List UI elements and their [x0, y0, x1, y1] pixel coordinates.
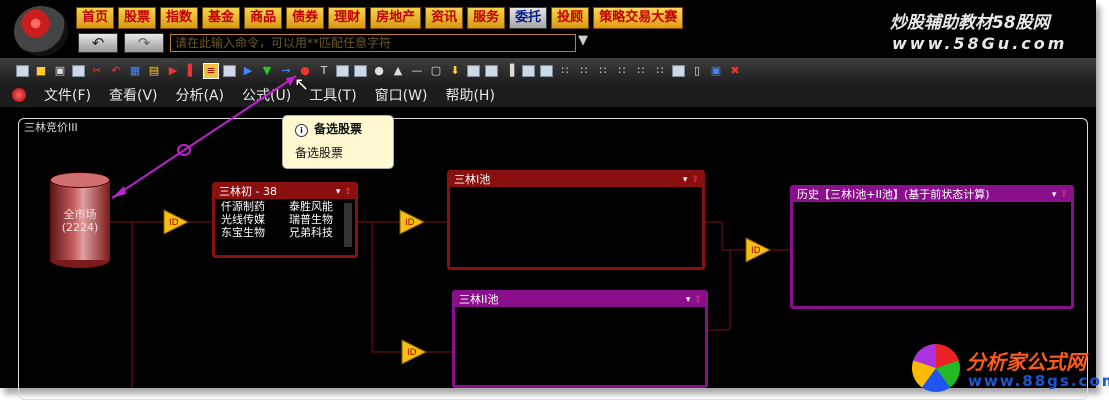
pool-1-title: 三林I池 — [454, 173, 491, 186]
list-item[interactable]: 兄弟科技 — [289, 226, 349, 239]
dropdown-icon[interactable]: ▾ — [1052, 190, 1057, 200]
list-item[interactable]: 仟源制药 — [221, 200, 281, 213]
pool-2-controls: ▾ ⇧ — [686, 293, 702, 307]
tooltip-body: 备选股票 — [295, 146, 344, 160]
list-item[interactable]: 东宝生物 — [221, 226, 281, 239]
pool-initial-scrollbar[interactable] — [344, 203, 352, 247]
market-database[interactable]: 全市场 (2224) — [50, 172, 110, 268]
history-pool-title: 历史【三林I池+II池】(基于前状态计算) — [797, 188, 990, 201]
pool-initial-controls: ▾ ⇧ — [336, 185, 352, 199]
list-item[interactable]: 泰胜风能 — [289, 200, 349, 213]
tooltip-title-text: 备选股票 — [314, 122, 363, 136]
svg-text:ID: ID — [751, 246, 761, 256]
flower-logo-icon — [912, 344, 960, 392]
history-pool-header: 历史【三林I池+II池】(基于前状态计算) ▾ ⇧ — [793, 188, 1071, 202]
mouse-cursor-icon: ↖ — [294, 74, 310, 95]
svg-text:ID: ID — [405, 218, 415, 228]
dropdown-icon[interactable]: ▾ — [686, 295, 691, 305]
dropdown-icon[interactable]: ▾ — [683, 175, 688, 185]
pool-initial[interactable]: 三林初 - 38 ▾ ⇧ 仟源制药 泰胜风能 光线传媒 瑞普生物 东宝生物 兄弟科… — [212, 182, 358, 258]
arrow-up-icon[interactable]: ⇧ — [691, 175, 699, 185]
svg-text:ID: ID — [407, 348, 417, 358]
pool-1-controls: ▾ ⇧ — [683, 173, 699, 187]
info-icon: i — [295, 124, 308, 137]
arrow-up-icon[interactable]: ⇧ — [694, 295, 702, 305]
list-item[interactable]: 光线传媒 — [221, 213, 281, 226]
watermark-bottom: 分析家公式网 www.88gs.com — [908, 340, 1109, 400]
pool-2-header: 三林II池 ▾ ⇧ — [455, 293, 705, 307]
pool-initial-title: 三林初 - 38 — [219, 185, 277, 198]
history-pool[interactable]: 历史【三林I池+II池】(基于前状态计算) ▾ ⇧ — [790, 185, 1074, 309]
pool-1[interactable]: 三林I池 ▾ ⇧ — [447, 170, 705, 270]
market-count: (2224) — [61, 221, 99, 234]
watermark-bottom-url: www.88gs.com — [968, 372, 1109, 390]
tooltip: i 备选股票 备选股票 — [282, 115, 394, 169]
pool-1-header: 三林I池 ▾ ⇧ — [450, 173, 702, 187]
history-pool-controls: ▾ ⇧ — [1052, 188, 1068, 202]
db-label: 全市场 (2224) — [50, 208, 110, 234]
svg-text:ID: ID — [169, 218, 179, 228]
tooltip-title: i 备选股票 — [295, 120, 362, 137]
pool-initial-list: 仟源制药 泰胜风能 光线传媒 瑞普生物 东宝生物 兄弟科技 — [215, 199, 355, 240]
market-label: 全市场 — [63, 208, 97, 221]
watermark-bottom-title: 分析家公式网 — [966, 350, 1086, 374]
pool-initial-header: 三林初 - 38 ▾ ⇧ — [215, 185, 355, 199]
pool-2-title: 三林II池 — [459, 293, 499, 306]
dropdown-icon[interactable]: ▾ — [336, 187, 341, 197]
list-item[interactable]: 瑞普生物 — [289, 213, 349, 226]
pool-2[interactable]: 三林II池 ▾ ⇧ — [452, 290, 708, 388]
db-top — [50, 172, 110, 188]
arrow-up-icon[interactable]: ⇧ — [344, 187, 352, 197]
arrow-up-icon[interactable]: ⇧ — [1060, 190, 1068, 200]
